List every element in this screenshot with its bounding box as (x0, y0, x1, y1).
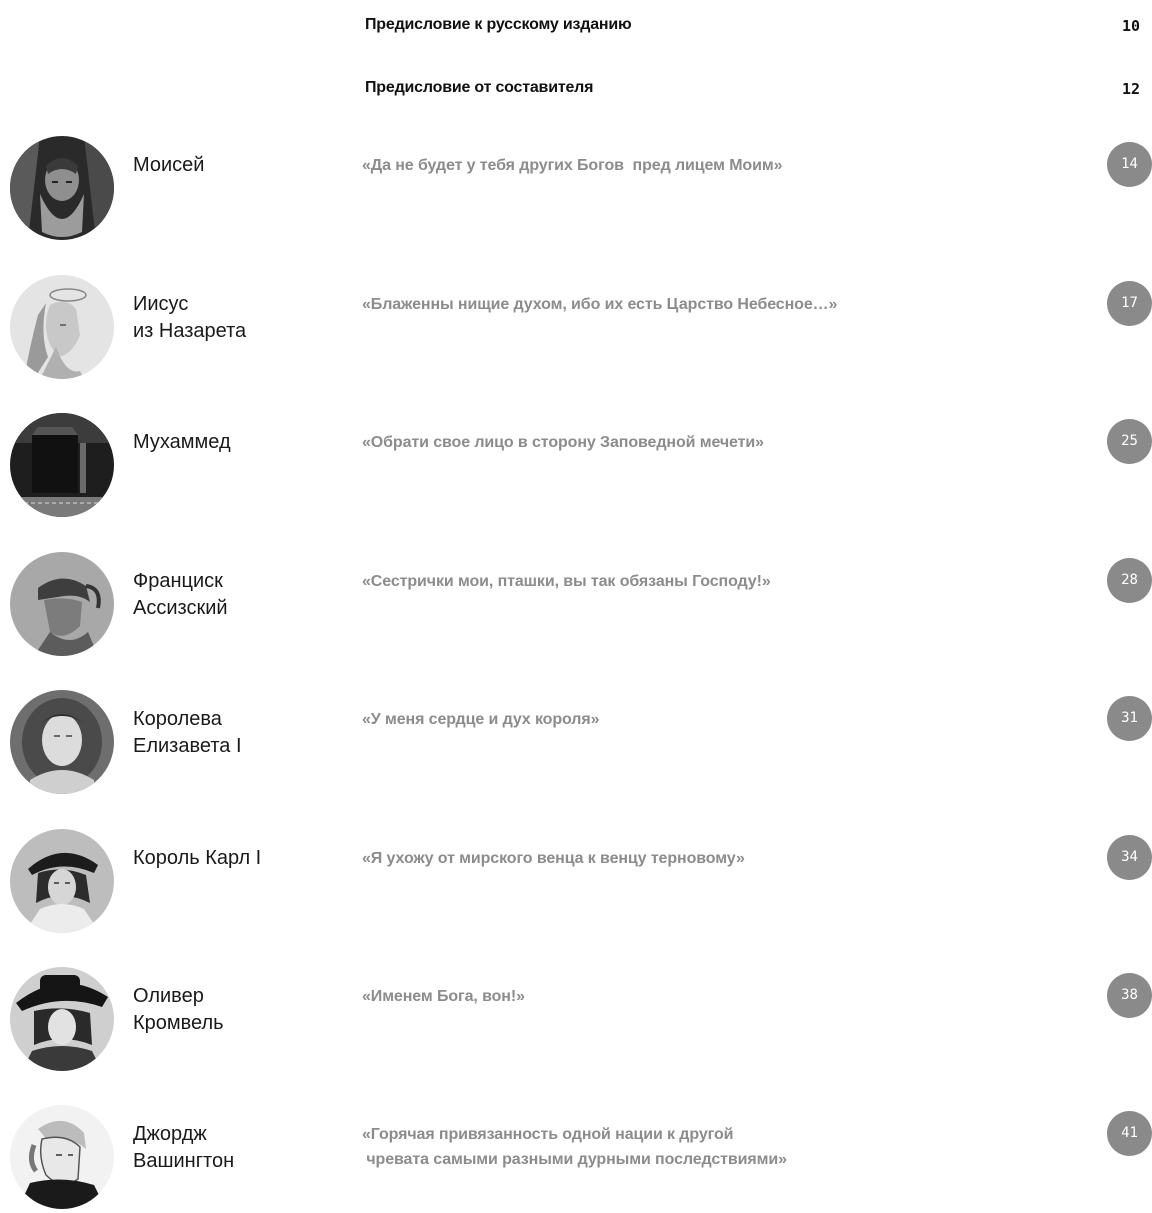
page-number-badge: 38 (1107, 973, 1152, 1018)
person-name: Мухаммед (133, 429, 353, 456)
page-number-badge: 14 (1107, 142, 1152, 187)
quote-text: «Обрати свое лицо в сторону Заповедной м… (362, 430, 1062, 455)
page-number: 10 (1121, 17, 1140, 35)
quote-line: «Блаженны нищие духом, ибо их есть Царст… (362, 296, 838, 313)
toc-entry[interactable]: Королева Елизавета I «У меня сердце и ду… (0, 690, 1152, 798)
person-name: Королева Елизавета I (133, 706, 353, 760)
page-number-badge: 25 (1107, 419, 1152, 464)
person-name-line: Моисей (133, 154, 205, 176)
page-number-badge: 28 (1107, 558, 1152, 603)
quote-text: «Я ухожу от мирского венца к венцу терно… (362, 846, 1062, 871)
toc-entry[interactable]: Оливер Кромвель «Именем Бога, вон!» 38 (0, 967, 1152, 1075)
person-name-line: Ассизский (133, 597, 228, 619)
quote-line: «Сестрички мои, пташки, вы так обязаны Г… (362, 573, 771, 590)
person-name-line: Вашингтон (133, 1150, 235, 1172)
person-name-line: Джордж (133, 1123, 207, 1145)
person-name: Джордж Вашингтон (133, 1121, 353, 1175)
person-name-line: Король Карл I (133, 847, 262, 869)
person-name: Оливер Кромвель (133, 983, 353, 1037)
page-number-badge: 41 (1107, 1111, 1152, 1156)
person-name: Иисус из Назарета (133, 291, 353, 345)
portrait-image (10, 275, 114, 379)
toc-entry[interactable]: Иисус из Назарета «Блаженны нищие духом,… (0, 275, 1152, 383)
portrait-image (10, 1105, 114, 1209)
page-number-badge: 34 (1107, 835, 1152, 880)
quote-line: «Горячая привязанность одной нации к дру… (362, 1126, 734, 1143)
person-name: Франциск Ассизский (133, 568, 353, 622)
quote-text: «Блаженны нищие духом, ибо их есть Царст… (362, 292, 1062, 317)
person-name-line: Франциск (133, 570, 223, 592)
person-name-line: Королева (133, 708, 222, 730)
quote-line: «Я ухожу от мирского венца к венцу терно… (362, 850, 745, 867)
page-number: 12 (1121, 80, 1140, 98)
quote-text: «У меня сердце и дух короля» (362, 707, 1062, 732)
person-name-line: Иисус (133, 293, 189, 315)
portrait-image (10, 690, 114, 794)
person-name-line: Мухаммед (133, 431, 231, 453)
quote-text: «Да не будет у тебя других Богов пред ли… (362, 153, 1062, 178)
portrait-image (10, 552, 114, 656)
person-name-line: Кромвель (133, 1012, 224, 1034)
person-name-line: Елизавета I (133, 735, 242, 757)
person-name-line: Оливер (133, 985, 204, 1007)
quote-line: «У меня сердце и дух короля» (362, 711, 600, 728)
toc-title: Предисловие к русскому изданию (365, 16, 632, 33)
person-name: Моисей (133, 152, 353, 179)
page-number-badge: 31 (1107, 696, 1152, 741)
quote-line: «Именем Бога, вон!» (362, 988, 525, 1005)
quote-text: «Именем Бога, вон!» (362, 984, 1062, 1009)
quote-line: «Обрати свое лицо в сторону Заповедной м… (362, 434, 764, 451)
toc-entry[interactable]: Моисей «Да не будет у тебя других Богов … (0, 136, 1152, 244)
toc-entry[interactable]: Джордж Вашингтон «Горячая привязанность … (0, 1105, 1152, 1213)
quote-line: «Да не будет у тебя других Богов пред ли… (362, 157, 783, 174)
portrait-image (10, 413, 114, 517)
portrait-image (10, 967, 114, 1071)
toc-entry[interactable]: Франциск Ассизский «Сестрички мои, пташк… (0, 552, 1152, 660)
toc-entry[interactable]: Король Карл I «Я ухожу от мирского венца… (0, 829, 1152, 937)
toc-row-foreword-compiler[interactable]: Предисловие от составителя 12 (365, 79, 1152, 109)
person-name: Король Карл I (133, 845, 353, 872)
portrait-image (10, 136, 114, 240)
toc-title: Предисловие от составителя (365, 79, 594, 96)
quote-line: чревата самыми разными дурными последств… (362, 1151, 787, 1168)
portrait-image (10, 829, 114, 933)
toc-entry[interactable]: Мухаммед «Обрати свое лицо в сторону Зап… (0, 413, 1152, 521)
quote-text: «Горячая привязанность одной нации к дру… (362, 1122, 1062, 1172)
person-name-line: из Назарета (133, 320, 247, 342)
toc-row-foreword-russian[interactable]: Предисловие к русскому изданию 10 (365, 16, 1152, 46)
page-number-badge: 17 (1107, 281, 1152, 326)
quote-text: «Сестрички мои, пташки, вы так обязаны Г… (362, 569, 1062, 594)
